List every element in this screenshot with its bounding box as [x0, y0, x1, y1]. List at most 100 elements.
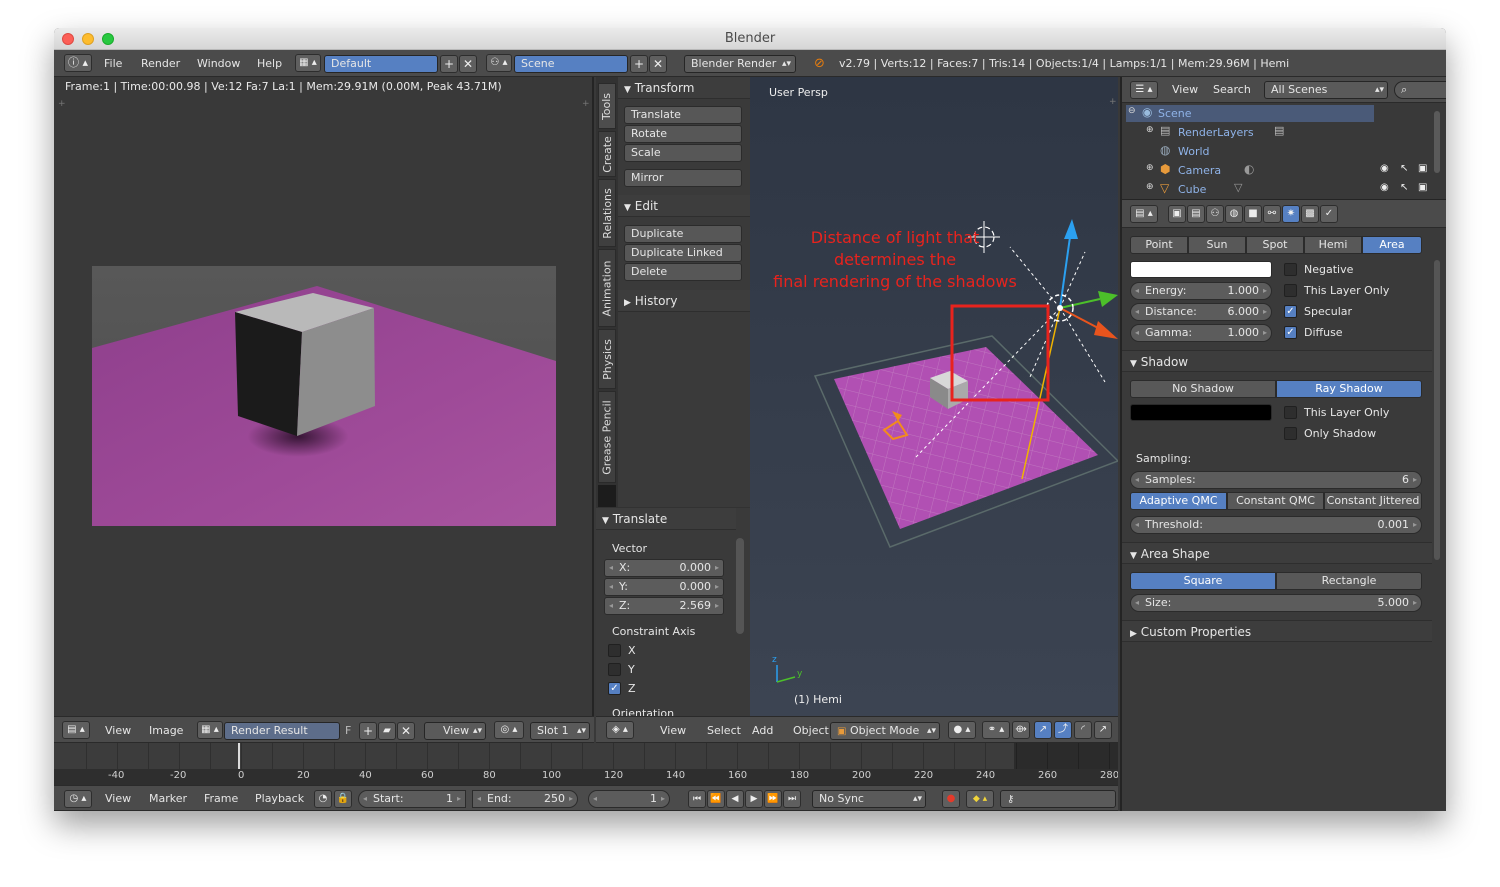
manipulator-toggle-icon[interactable]: ⟴: [1012, 721, 1030, 739]
3d-viewport[interactable]: User Persp + Distance of light that dete…: [750, 77, 1118, 716]
pivot-point-icon[interactable]: ⚭ ▴: [982, 721, 1010, 739]
area-shape-panel-header[interactable]: ▼ Area Shape: [1122, 542, 1432, 564]
rotate-manipulator-icon[interactable]: ⤴: [1054, 721, 1072, 739]
render-layers-context-icon[interactable]: ▤: [1187, 205, 1205, 223]
viewport-select-menu[interactable]: Select: [707, 719, 741, 743]
renderable-camera-icon[interactable]: ▣: [1418, 182, 1427, 193]
vector-y-field[interactable]: ◂ Y: 0.000 ▸: [604, 578, 724, 596]
shadow-panel-header[interactable]: ▼ Shadow: [1122, 350, 1432, 372]
adaptive-qmc-button[interactable]: Adaptive QMC: [1130, 492, 1227, 510]
outliner-search-field[interactable]: ⌕: [1394, 81, 1446, 99]
outliner-row-renderlayers[interactable]: ⊕ ▤ RenderLayers ▤: [1126, 124, 1374, 141]
vector-z-field[interactable]: ◂ Z: 2.569 ▸: [604, 597, 724, 615]
region-expand-icon[interactable]: +: [58, 99, 66, 109]
viewport-view-menu[interactable]: View: [660, 719, 686, 743]
scale-button[interactable]: Scale: [624, 144, 742, 162]
constant-qmc-button[interactable]: Constant QMC: [1227, 492, 1324, 510]
negative-checkbox[interactable]: [1284, 263, 1297, 276]
outliner-row-cube[interactable]: ⊕ ▽ Cube ▽ ◉ ↖ ▣: [1126, 181, 1446, 198]
delete-screen-icon[interactable]: ✕: [459, 55, 477, 73]
constraint-x-checkbox[interactable]: [608, 644, 621, 657]
unlink-image-icon[interactable]: ✕: [397, 722, 415, 740]
rotate-button[interactable]: Rotate: [624, 125, 742, 143]
transform-panel-header[interactable]: ▼ Transform: [618, 77, 750, 99]
visibility-eye-icon[interactable]: ◉: [1380, 182, 1389, 193]
menu-render[interactable]: Render: [141, 52, 180, 76]
start-frame-field[interactable]: ◂ Start: 1 ▸: [358, 790, 466, 808]
tab-grease-pencil[interactable]: Grease Pencil: [598, 391, 616, 483]
menu-file[interactable]: File: [104, 52, 122, 76]
slot-dropdown[interactable]: Slot 1 ▴▾: [530, 722, 590, 740]
texture-context-icon[interactable]: ▩: [1301, 205, 1319, 223]
ray-shadow-button[interactable]: Ray Shadow: [1276, 380, 1422, 398]
constraints-context-icon[interactable]: ⚯: [1263, 205, 1281, 223]
properties-scrollbar[interactable]: [1434, 260, 1440, 560]
selectable-arrow-icon[interactable]: ↖: [1400, 182, 1408, 193]
image-editor-type-icon[interactable]: ▤ ▴: [62, 721, 90, 739]
constraint-z-checkbox[interactable]: ✓: [608, 682, 621, 695]
no-shadow-button[interactable]: No Shadow: [1130, 380, 1276, 398]
screen-layout-icon[interactable]: ▦ ▴: [295, 54, 321, 72]
only-shadow-checkbox[interactable]: [1284, 427, 1297, 440]
zoom-window-button[interactable]: [102, 33, 114, 45]
operator-scrollbar[interactable]: [736, 538, 744, 634]
object-context-icon[interactable]: ■: [1244, 205, 1262, 223]
properties-editor-type-icon[interactable]: ▤ ▴: [1130, 205, 1158, 223]
delete-scene-icon[interactable]: ✕: [649, 55, 667, 73]
timeline-frame-menu[interactable]: Frame: [204, 787, 238, 811]
keying-set-icon[interactable]: ◆ ▴: [966, 790, 994, 808]
lamp-type-area[interactable]: Area: [1362, 236, 1422, 254]
lamp-type-hemi[interactable]: Hemi: [1304, 236, 1362, 254]
selectable-arrow-icon[interactable]: ↖: [1400, 163, 1408, 174]
jump-keyframe-back-icon[interactable]: ⏪: [707, 790, 725, 808]
menu-help[interactable]: Help: [257, 52, 282, 76]
timeline-marker-menu[interactable]: Marker: [149, 787, 187, 811]
lock-icon[interactable]: 🔒: [334, 790, 352, 808]
jump-start-icon[interactable]: ⏮: [688, 790, 706, 808]
scene-icon[interactable]: ⚇ ▴: [486, 54, 512, 72]
delete-button[interactable]: Delete: [624, 263, 742, 281]
operator-panel-header[interactable]: ▼ Translate: [596, 508, 736, 530]
viewport-editor-type-icon[interactable]: ◈ ▴: [606, 721, 634, 739]
vector-x-field[interactable]: ◂ X: 0.000 ▸: [604, 559, 724, 577]
lamp-type-point[interactable]: Point: [1130, 236, 1188, 254]
render-context-icon[interactable]: ▣: [1168, 205, 1186, 223]
specular-checkbox[interactable]: ✓: [1284, 305, 1297, 318]
distance-field[interactable]: ◂ Distance: 6.000 ▸: [1130, 303, 1272, 321]
physics-context-icon[interactable]: ✓: [1320, 205, 1338, 223]
gamma-field[interactable]: ◂ Gamma: 1.000 ▸: [1130, 324, 1272, 342]
add-screen-icon[interactable]: +: [440, 55, 458, 73]
jump-end-icon[interactable]: ⏭: [783, 790, 801, 808]
outliner[interactable]: ☰ ▴ View Search All Scenes ▴▾ ⌕ ⊖ ◉ Scen…: [1120, 77, 1446, 199]
tab-relations[interactable]: Relations: [598, 179, 616, 247]
world-context-icon[interactable]: ◍: [1225, 205, 1243, 223]
history-panel-header[interactable]: ▶ History: [618, 290, 750, 312]
jump-keyframe-forward-icon[interactable]: ⏩: [764, 790, 782, 808]
renderable-camera-icon[interactable]: ▣: [1418, 163, 1427, 174]
menu-window[interactable]: Window: [197, 52, 240, 76]
scene-context-icon[interactable]: ⚇: [1206, 205, 1224, 223]
preview-range-icon[interactable]: ◔: [314, 790, 332, 808]
close-window-button[interactable]: [62, 33, 74, 45]
outliner-row-scene[interactable]: ⊖ ◉ Scene: [1126, 105, 1374, 122]
threshold-field[interactable]: ◂ Threshold: 0.001 ▸: [1130, 516, 1422, 534]
expand-icon[interactable]: ⊕: [1146, 125, 1154, 135]
shadow-color-swatch[interactable]: [1130, 404, 1272, 421]
new-image-icon[interactable]: +: [359, 722, 377, 740]
timeline-area[interactable]: -40 -20 0 20 40 60 80 100 120 140 160 180 200 220 240 2…: [54, 743, 1118, 785]
outliner-row-camera[interactable]: ⊕ ⬢ Camera ◐ ◉ ↖ ▣: [1126, 162, 1446, 179]
constant-jittered-button[interactable]: Constant Jittered: [1324, 492, 1422, 510]
outliner-editor-type-icon[interactable]: ☰ ▴: [1130, 81, 1158, 99]
sync-mode-dropdown[interactable]: No Sync ▴▾: [812, 790, 926, 808]
constraint-y-checkbox[interactable]: [608, 663, 621, 676]
tab-animation[interactable]: Animation: [598, 249, 616, 327]
manipulator-space-icon[interactable]: ↗: [1094, 721, 1112, 739]
duplicate-linked-button[interactable]: Duplicate Linked: [624, 244, 742, 262]
this-layer-only-checkbox[interactable]: [1284, 284, 1297, 297]
image-name-field[interactable]: Render Result: [224, 722, 340, 740]
lamp-type-spot[interactable]: Spot: [1246, 236, 1304, 254]
open-image-icon[interactable]: ▰: [378, 722, 396, 740]
scene-field[interactable]: Scene: [514, 55, 628, 73]
translate-button[interactable]: Translate: [624, 106, 742, 124]
expand-icon[interactable]: ⊕: [1146, 163, 1154, 173]
